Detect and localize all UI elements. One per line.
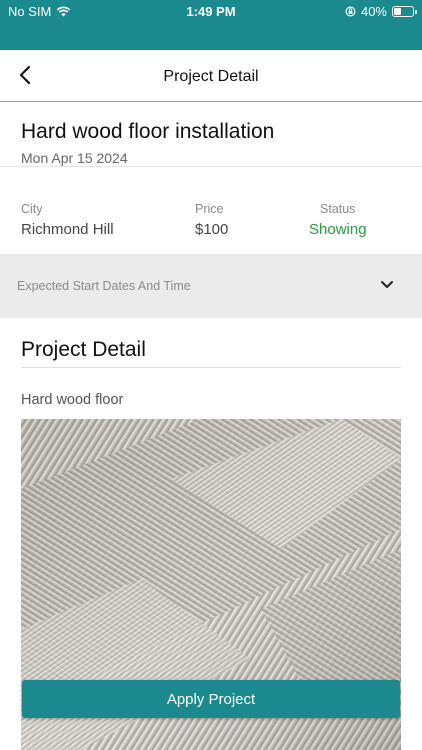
city-label: City xyxy=(21,202,43,216)
status-label: Status xyxy=(320,202,356,216)
orientation-lock-icon xyxy=(345,6,356,17)
battery-icon xyxy=(392,6,417,17)
status-column: Status Showing xyxy=(309,202,367,238)
chevron-down-icon xyxy=(381,281,393,288)
status-value: Showing xyxy=(309,221,367,238)
project-title: Hard wood floor installation xyxy=(21,120,275,143)
city-column: City Richmond Hill xyxy=(21,202,114,238)
apply-project-button[interactable]: Apply Project xyxy=(22,680,400,718)
price-value: $100 xyxy=(195,221,229,238)
price-label: Price xyxy=(195,202,224,216)
project-description: Hard wood floor xyxy=(21,392,124,408)
nav-title: Project Detail xyxy=(163,68,259,85)
expected-start-dates-dropdown[interactable]: Expected Start Dates And Time xyxy=(0,254,422,318)
section-title: Project Detail xyxy=(21,338,146,361)
city-value: Richmond Hill xyxy=(21,221,114,238)
section-header: Project Detail xyxy=(21,338,401,368)
project-date: Mon Apr 15 2024 xyxy=(21,150,128,166)
status-right: 40% xyxy=(345,4,417,19)
project-header: Hard wood floor installation Mon Apr 15 … xyxy=(0,103,422,167)
expected-start-label: Expected Start Dates And Time xyxy=(17,279,191,293)
project-info-row: City Richmond Hill Price $100 Status Sho… xyxy=(0,167,422,254)
price-column: Price $100 xyxy=(195,202,228,238)
battery-percent: 40% xyxy=(360,4,387,19)
status-bar: No SIM 1:49 PM 40% xyxy=(0,0,422,50)
navigation-bar: Project Detail xyxy=(0,50,422,102)
